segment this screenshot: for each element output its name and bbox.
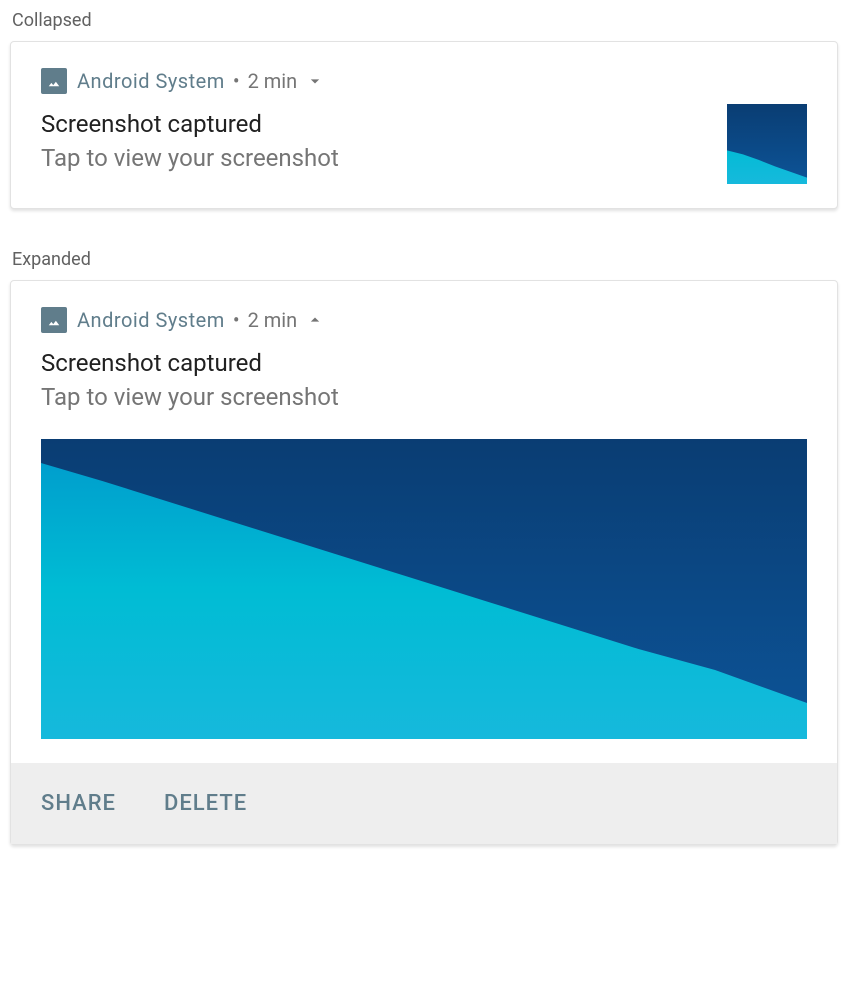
notification-card-collapsed[interactable]: Android System • 2 min Screenshot captur… [10, 41, 838, 209]
image-icon [41, 307, 67, 333]
notification-timestamp: 2 min [248, 69, 298, 93]
app-name: Android System [77, 308, 225, 332]
notification-subtitle: Tap to view your screenshot [41, 383, 807, 411]
section-label-expanded: Expanded [12, 249, 838, 270]
notification-subtitle: Tap to view your screenshot [41, 144, 707, 172]
notification-card-expanded[interactable]: Android System • 2 min Screenshot captur… [10, 280, 838, 845]
notification-header: Android System • 2 min [41, 307, 807, 333]
notification-thumbnail [727, 104, 807, 184]
notification-big-picture [41, 439, 807, 739]
notification-timestamp: 2 min [248, 308, 298, 332]
notification-title: Screenshot captured [41, 110, 707, 138]
separator-dot: • [233, 308, 240, 332]
notification-header: Android System • 2 min [41, 68, 807, 94]
image-icon [41, 68, 67, 94]
app-name: Android System [77, 69, 225, 93]
notification-actions: Share Delete [11, 763, 837, 844]
chevron-up-icon[interactable] [303, 308, 327, 332]
section-label-collapsed: Collapsed [12, 10, 838, 31]
notification-title: Screenshot captured [41, 349, 807, 377]
share-button[interactable]: Share [41, 791, 116, 816]
delete-button[interactable]: Delete [164, 791, 247, 816]
separator-dot: • [233, 69, 240, 93]
chevron-down-icon[interactable] [303, 69, 327, 93]
